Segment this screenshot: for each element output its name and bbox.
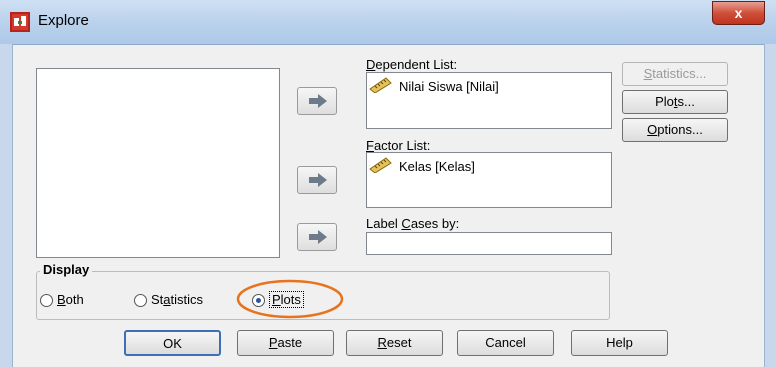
explore-dialog: Explore x Dependent List: Nilai Siswa [N… <box>0 0 776 367</box>
radio-circle <box>134 294 147 307</box>
ruler-scale-icon <box>369 77 393 98</box>
dependent-list-box[interactable]: Nilai Siswa [Nilai] <box>366 72 612 129</box>
highlight-circle <box>235 279 345 319</box>
radio-circle <box>40 294 53 307</box>
list-item[interactable]: Kelas [Kelas] <box>399 159 475 174</box>
cancel-button[interactable]: Cancel <box>457 330 554 356</box>
radio-statistics[interactable]: Statistics <box>134 292 234 308</box>
ruler-scale-icon <box>369 157 393 178</box>
radio-statistics-label: Statistics <box>151 292 204 307</box>
paste-button[interactable]: Paste <box>237 330 334 356</box>
ok-button[interactable]: OK <box>124 330 221 356</box>
source-variable-list[interactable] <box>36 68 280 258</box>
factor-list-label: Factor List: <box>366 138 431 153</box>
radio-both-label: Both <box>57 292 84 307</box>
factor-list-box[interactable]: Kelas [Kelas] <box>366 152 612 208</box>
title-bar[interactable]: Explore x <box>0 0 776 45</box>
plots-button[interactable]: Plots... <box>622 90 728 114</box>
move-to-factor-button[interactable] <box>297 166 337 194</box>
right-arrow-icon <box>309 94 327 108</box>
window-right-border <box>764 44 776 367</box>
right-arrow-icon <box>309 173 327 187</box>
spss-explore-icon <box>10 12 30 32</box>
list-item[interactable]: Nilai Siswa [Nilai] <box>399 79 499 94</box>
dependent-list-label: Dependent List: <box>366 57 458 72</box>
label-cases-field[interactable] <box>366 232 612 255</box>
move-to-dependent-button[interactable] <box>297 87 337 115</box>
window-title: Explore <box>38 12 89 29</box>
window-left-border <box>0 44 13 367</box>
close-button[interactable]: x <box>712 1 765 25</box>
label-cases-label: Label Cases by: <box>366 216 460 231</box>
move-to-label-cases-button[interactable] <box>297 223 337 251</box>
help-button[interactable]: Help <box>571 330 668 356</box>
display-legend: Display <box>40 262 93 277</box>
close-icon: x <box>734 5 743 21</box>
radio-both[interactable]: Both <box>40 292 120 308</box>
right-arrow-icon <box>309 230 327 244</box>
statistics-button[interactable]: Statistics... <box>622 62 728 86</box>
options-button[interactable]: Options... <box>622 118 728 142</box>
reset-button[interactable]: Reset <box>346 330 443 356</box>
